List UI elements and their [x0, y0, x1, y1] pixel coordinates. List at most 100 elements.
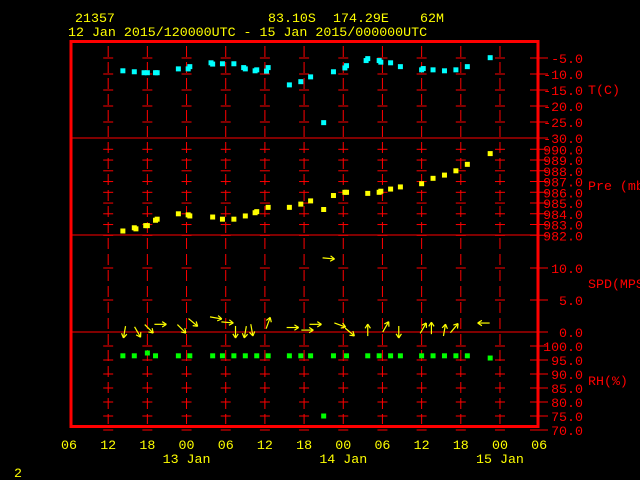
humidity-point [321, 413, 327, 419]
temperature-point [187, 64, 193, 70]
wind-axis-label: SPD(MPS) [588, 277, 640, 292]
pressure-point [265, 204, 271, 210]
temperature-point [144, 70, 150, 76]
pressure-point [464, 161, 470, 167]
wind-arrow [364, 323, 371, 337]
humidity-point [453, 353, 459, 359]
x-tick-label: 06 [374, 438, 390, 453]
temperature-point [242, 66, 248, 72]
humidity-point [464, 353, 470, 359]
x-tick-label: 18 [296, 438, 312, 453]
pressure-point [231, 216, 237, 222]
wind-arrow [382, 321, 390, 333]
humidity-point [242, 353, 248, 359]
humidity-tick-label: 75.0 [551, 410, 583, 425]
temperature-point [330, 69, 336, 75]
pressure-point [286, 204, 292, 210]
temperature-point [464, 64, 470, 70]
temperature-point [487, 55, 493, 61]
temperature-point [265, 65, 271, 71]
temperature-point [378, 59, 384, 65]
wind-arrow [221, 319, 234, 326]
wind-tick-label: 5.0 [559, 294, 583, 309]
temperature-point [286, 82, 292, 88]
wind-arrow [477, 319, 490, 327]
temperature-point [441, 68, 447, 74]
temperature-tick-label: -5.0 [551, 52, 583, 67]
pressure-point [298, 201, 304, 207]
x-tick-label: 00 [179, 438, 195, 453]
data-marks [120, 55, 493, 419]
humidity-point [144, 350, 150, 356]
x-tick-label: 00 [492, 438, 508, 453]
pressure-point [242, 213, 248, 219]
temperature-point [219, 61, 225, 67]
meteogram: 21357 83.10S 174.29E 62M 12 Jan 2015/120… [14, 11, 640, 480]
humidity-point [441, 353, 447, 359]
humidity-point [430, 353, 436, 359]
temperature-point [308, 74, 314, 80]
humidity-point [187, 353, 193, 359]
humidity-point [298, 353, 304, 359]
wind-arrow [209, 315, 223, 322]
pressure-point [133, 226, 139, 232]
humidity-tick-label: 100.0 [543, 340, 583, 355]
humidity-point [388, 353, 394, 359]
x-tick-label: 06 [61, 438, 77, 453]
humidity-point [344, 353, 350, 359]
pressure-point [254, 209, 260, 215]
humidity-point [265, 353, 271, 359]
temperature-point [131, 69, 137, 75]
humidity-point [487, 355, 493, 361]
humidity-point [308, 353, 314, 359]
wind-tick-label: 0.0 [559, 326, 583, 341]
wind-tick-label: 10.0 [551, 262, 583, 277]
temperature-point [365, 56, 371, 62]
humidity-tick-label: 70.0 [551, 424, 583, 439]
pressure-point [365, 190, 371, 196]
header: 21357 83.10S 174.29E 62M 12 Jan 2015/120… [68, 11, 444, 40]
page-number: 2 [14, 466, 22, 480]
wind-arrow [286, 324, 299, 331]
wind-arrow [265, 316, 272, 329]
x-tick-label: 12 [257, 438, 273, 453]
elevation: 62M [420, 11, 444, 26]
humidity-point [330, 353, 336, 359]
pressure-point [388, 186, 394, 192]
pressure-point [175, 211, 181, 217]
humidity-point [219, 353, 225, 359]
pressure-tick-label: 982.0 [543, 229, 583, 244]
wind-arrow [309, 321, 322, 328]
humidity-point [286, 353, 292, 359]
longitude: 174.29E [333, 11, 389, 26]
pressure-point [344, 189, 350, 195]
temperature-point [453, 67, 459, 73]
pressure-point [378, 188, 384, 194]
x-tick-label: 00 [335, 438, 351, 453]
pressure-point [308, 198, 314, 204]
x-tick-label: 18 [453, 438, 469, 453]
pressure-point [453, 168, 459, 174]
humidity-point [254, 353, 260, 359]
humidity-tick-label: 85.0 [551, 382, 583, 397]
humidity-point [365, 353, 371, 359]
humidity-point [419, 353, 425, 359]
temperature-point [254, 67, 260, 73]
temperature-point [210, 61, 216, 67]
pressure-point [419, 181, 425, 187]
pressure-point [430, 175, 436, 181]
temperature-tick-label: -25.0 [543, 116, 583, 131]
wind-arrow [154, 321, 167, 328]
axes: -5.0-10.0-15.0-20.0-25.0-30.0T(C)990.098… [61, 52, 640, 467]
temperature-point [430, 67, 436, 73]
humidity-point [231, 353, 237, 359]
humidity-point [153, 353, 159, 359]
x-tick-label: 06 [218, 438, 234, 453]
pressure-point [210, 214, 216, 220]
pressure-point [330, 193, 336, 199]
wind-arrow [249, 324, 256, 337]
x-tick-label: 06 [531, 438, 547, 453]
wind-arrow [441, 323, 448, 337]
temperature-point [420, 66, 426, 72]
temperature-point [397, 64, 403, 70]
